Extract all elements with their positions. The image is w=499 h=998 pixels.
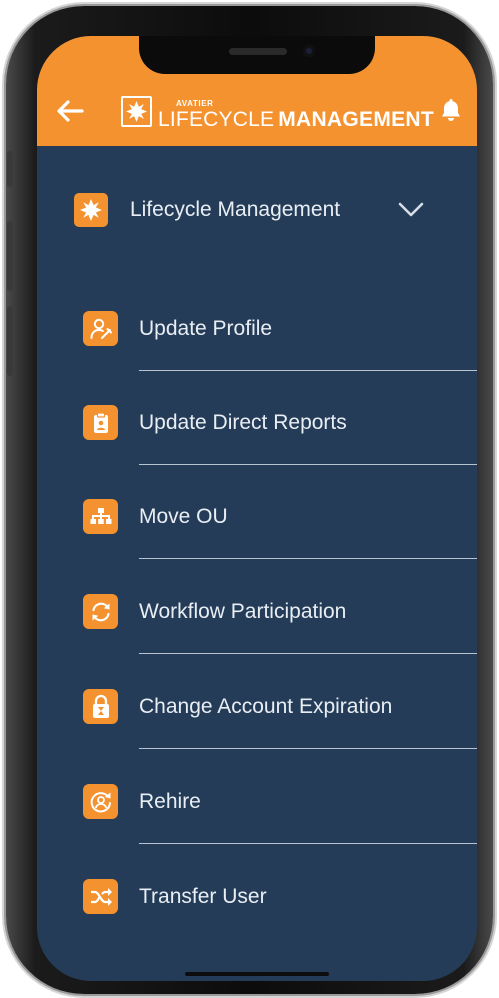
- menu-item-label: Rehire: [139, 790, 201, 813]
- menu-item-label: Update Profile: [139, 317, 273, 340]
- logo-lifecycle-text: LIFECYCLE: [158, 108, 275, 131]
- menu-item-update-direct-reports[interactable]: Update Direct Reports: [83, 398, 477, 465]
- menu-item-transfer-user[interactable]: Transfer User: [83, 872, 477, 932]
- divider: [139, 748, 477, 749]
- menu-icon-box: [83, 405, 118, 440]
- logo-star-icon: [121, 96, 152, 127]
- menu-icon-box: [83, 879, 118, 914]
- menu-icon-box: [83, 499, 118, 534]
- menu-item-label: Transfer User: [139, 885, 267, 908]
- home-indicator[interactable]: [185, 972, 329, 976]
- section-label: Lifecycle Management: [130, 198, 341, 221]
- menu-item-change-account-expiration[interactable]: Change Account Expiration: [83, 682, 477, 749]
- phone-screen: AVATIER LIFECYCLE MANAGEMENT Lifecycle M…: [37, 36, 477, 981]
- notifications-button[interactable]: [439, 98, 463, 124]
- speaker: [229, 48, 287, 55]
- logo-brand: AVATIER: [176, 99, 214, 108]
- lock-hourglass-icon: [92, 694, 109, 718]
- divider: [139, 464, 477, 465]
- bell-icon: [442, 99, 460, 121]
- sync-icon: [91, 602, 110, 621]
- menu-icon-box: [83, 784, 118, 819]
- menu-item-label: Workflow Participation: [139, 600, 347, 623]
- org-chart-icon: [90, 507, 111, 524]
- menu-item-label: Change Account Expiration: [139, 695, 393, 718]
- menu-item-update-profile[interactable]: Update Profile: [83, 304, 477, 371]
- phone-frame: AVATIER LIFECYCLE MANAGEMENT Lifecycle M…: [6, 6, 493, 994]
- menu-item-rehire[interactable]: Rehire: [83, 777, 477, 844]
- menu-item-label: Update Direct Reports: [139, 411, 347, 434]
- app-logo: AVATIER LIFECYCLE MANAGEMENT: [121, 94, 434, 130]
- divider: [139, 370, 477, 371]
- notch: [139, 36, 375, 74]
- clipboard-icon: [93, 411, 108, 433]
- section-icon-box: [74, 193, 108, 227]
- divider: [139, 843, 477, 844]
- menu-icon-box: [83, 689, 118, 724]
- menu-item-label: Move OU: [139, 505, 228, 528]
- menu-icon-box: [83, 311, 118, 346]
- menu-item-move-ou[interactable]: Move OU: [83, 492, 477, 559]
- volume-down-button: [7, 306, 13, 376]
- user-edit-icon: [90, 318, 112, 339]
- front-camera: [303, 45, 315, 57]
- back-button[interactable]: [55, 98, 85, 124]
- menu-icon-box: [83, 594, 118, 629]
- mute-switch: [7, 151, 13, 187]
- shuffle-icon: [90, 887, 112, 906]
- logo-management-text: MANAGEMENT: [278, 108, 435, 131]
- section-lifecycle-management[interactable]: Lifecycle Management: [74, 193, 454, 227]
- chevron-down-icon[interactable]: [398, 201, 424, 219]
- volume-up-button: [7, 221, 13, 291]
- arrow-left-icon: [57, 100, 84, 122]
- star-burst-icon: [80, 199, 102, 221]
- menu-item-workflow-participation[interactable]: Workflow Participation: [83, 587, 477, 654]
- divider: [139, 558, 477, 559]
- divider: [139, 653, 477, 654]
- user-refresh-icon: [90, 791, 111, 812]
